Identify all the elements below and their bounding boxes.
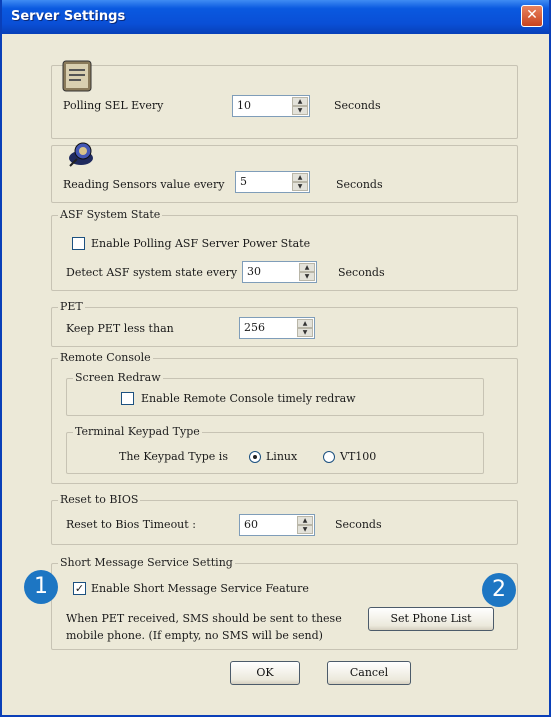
asf-detect-unit: Seconds — [338, 266, 385, 279]
asf-enable-checkbox[interactable] — [72, 237, 85, 250]
polling-sel-label: Polling SEL Every — [63, 99, 164, 112]
remote-console-group-label: Remote Console — [58, 351, 153, 364]
spin-up-arrow-icon[interactable]: ▲ — [297, 516, 313, 525]
spin-down-arrow-icon[interactable]: ▼ — [297, 328, 313, 337]
polling-sel-value[interactable]: 10 — [237, 99, 251, 112]
callout-badge-1: 1 — [24, 570, 58, 604]
sensors-value[interactable]: 5 — [240, 175, 247, 188]
spin-up-arrow-icon[interactable]: ▲ — [299, 263, 315, 272]
sms-group-label: Short Message Service Setting — [58, 556, 235, 569]
screen-redraw-group: Screen Redraw Enable Remote Console time… — [66, 371, 484, 416]
keypad-type-label: The Keypad Type is — [119, 450, 228, 463]
reset-bios-unit: Seconds — [335, 518, 382, 531]
reset-bios-value[interactable]: 60 — [244, 518, 258, 531]
spinner-arrows: ▲ ▼ — [297, 516, 313, 534]
keypad-vt100-label: VT100 — [340, 450, 377, 463]
spin-up-arrow-icon[interactable]: ▲ — [292, 173, 308, 182]
spinner-arrows: ▲ ▼ — [292, 173, 308, 191]
set-phone-list-button[interactable]: Set Phone List — [368, 607, 494, 631]
sms-enable-label: Enable Short Message Service Feature — [91, 582, 309, 595]
ok-button[interactable]: OK — [230, 661, 300, 685]
sms-note-line2: mobile phone. (If empty, no SMS will be … — [66, 629, 323, 642]
sms-group: Short Message Service Setting ✓ Enable S… — [51, 556, 518, 650]
pet-value[interactable]: 256 — [244, 321, 265, 334]
spinner-arrows: ▲ ▼ — [297, 319, 313, 337]
sensors-label: Reading Sensors value every — [63, 178, 225, 191]
asf-group-label: ASF System State — [58, 208, 163, 221]
pet-label: Keep PET less than — [66, 322, 174, 335]
sel-log-icon — [62, 60, 92, 92]
sensor-probe-icon — [69, 142, 93, 167]
asf-detect-label: Detect ASF system state every — [66, 266, 238, 279]
keypad-type-group-label: Terminal Keypad Type — [73, 425, 202, 438]
polling-sel-unit: Seconds — [334, 99, 381, 112]
server-settings-dialog: Server Settings ✕ Polling SEL Every 10 ▲… — [0, 0, 551, 717]
keypad-linux-radio[interactable] — [249, 451, 261, 463]
screen-redraw-checkbox[interactable] — [121, 392, 134, 405]
sensors-group: Reading Sensors value every 5 ▲ ▼ Second… — [51, 142, 518, 203]
reset-bios-label: Reset to Bios Timeout : — [66, 518, 196, 531]
screen-redraw-group-label: Screen Redraw — [73, 371, 163, 384]
reset-bios-spinner[interactable]: 60 ▲ ▼ — [239, 514, 315, 536]
asf-group: ASF System State Enable Polling ASF Serv… — [51, 208, 518, 291]
pet-group: PET Keep PET less than 256 ▲ ▼ — [51, 300, 518, 347]
screen-redraw-label: Enable Remote Console timely redraw — [141, 392, 356, 405]
callout-badge-2: 2 — [482, 573, 516, 607]
window-title: Server Settings — [11, 9, 126, 24]
title-bar[interactable]: Server Settings ✕ — [2, 0, 549, 34]
remote-console-group: Remote Console Screen Redraw Enable Remo… — [51, 351, 518, 484]
spin-down-arrow-icon[interactable]: ▼ — [292, 106, 308, 115]
spin-down-arrow-icon[interactable]: ▼ — [297, 525, 313, 534]
pet-spinner[interactable]: 256 ▲ ▼ — [239, 317, 315, 339]
asf-enable-label: Enable Polling ASF Server Power State — [91, 237, 311, 250]
reset-bios-group: Reset to BIOS Reset to Bios Timeout : 60… — [51, 493, 518, 545]
spin-down-arrow-icon[interactable]: ▼ — [299, 272, 315, 281]
spinner-arrows: ▲ ▼ — [299, 263, 315, 281]
keypad-linux-label: Linux — [266, 450, 298, 463]
close-button[interactable]: ✕ — [521, 5, 543, 27]
asf-detect-value[interactable]: 30 — [247, 265, 261, 278]
sms-note-line1: When PET received, SMS should be sent to… — [66, 612, 342, 625]
keypad-vt100-radio[interactable] — [323, 451, 335, 463]
spin-up-arrow-icon[interactable]: ▲ — [297, 319, 313, 328]
spinner-arrows: ▲ ▼ — [292, 97, 308, 115]
keypad-type-group: Terminal Keypad Type The Keypad Type is … — [66, 425, 484, 474]
pet-group-label: PET — [58, 300, 85, 313]
asf-detect-spinner[interactable]: 30 ▲ ▼ — [242, 261, 317, 283]
sensors-unit: Seconds — [336, 178, 383, 191]
sms-enable-checkbox[interactable]: ✓ — [73, 582, 86, 595]
polling-sel-group: Polling SEL Every 10 ▲ ▼ Seconds — [51, 60, 518, 139]
spin-up-arrow-icon[interactable]: ▲ — [292, 97, 308, 106]
reset-bios-group-label: Reset to BIOS — [58, 493, 141, 506]
sensors-spinner[interactable]: 5 ▲ ▼ — [235, 171, 310, 193]
spin-down-arrow-icon[interactable]: ▼ — [292, 182, 308, 191]
polling-sel-spinner[interactable]: 10 ▲ ▼ — [232, 95, 310, 117]
cancel-button[interactable]: Cancel — [327, 661, 411, 685]
